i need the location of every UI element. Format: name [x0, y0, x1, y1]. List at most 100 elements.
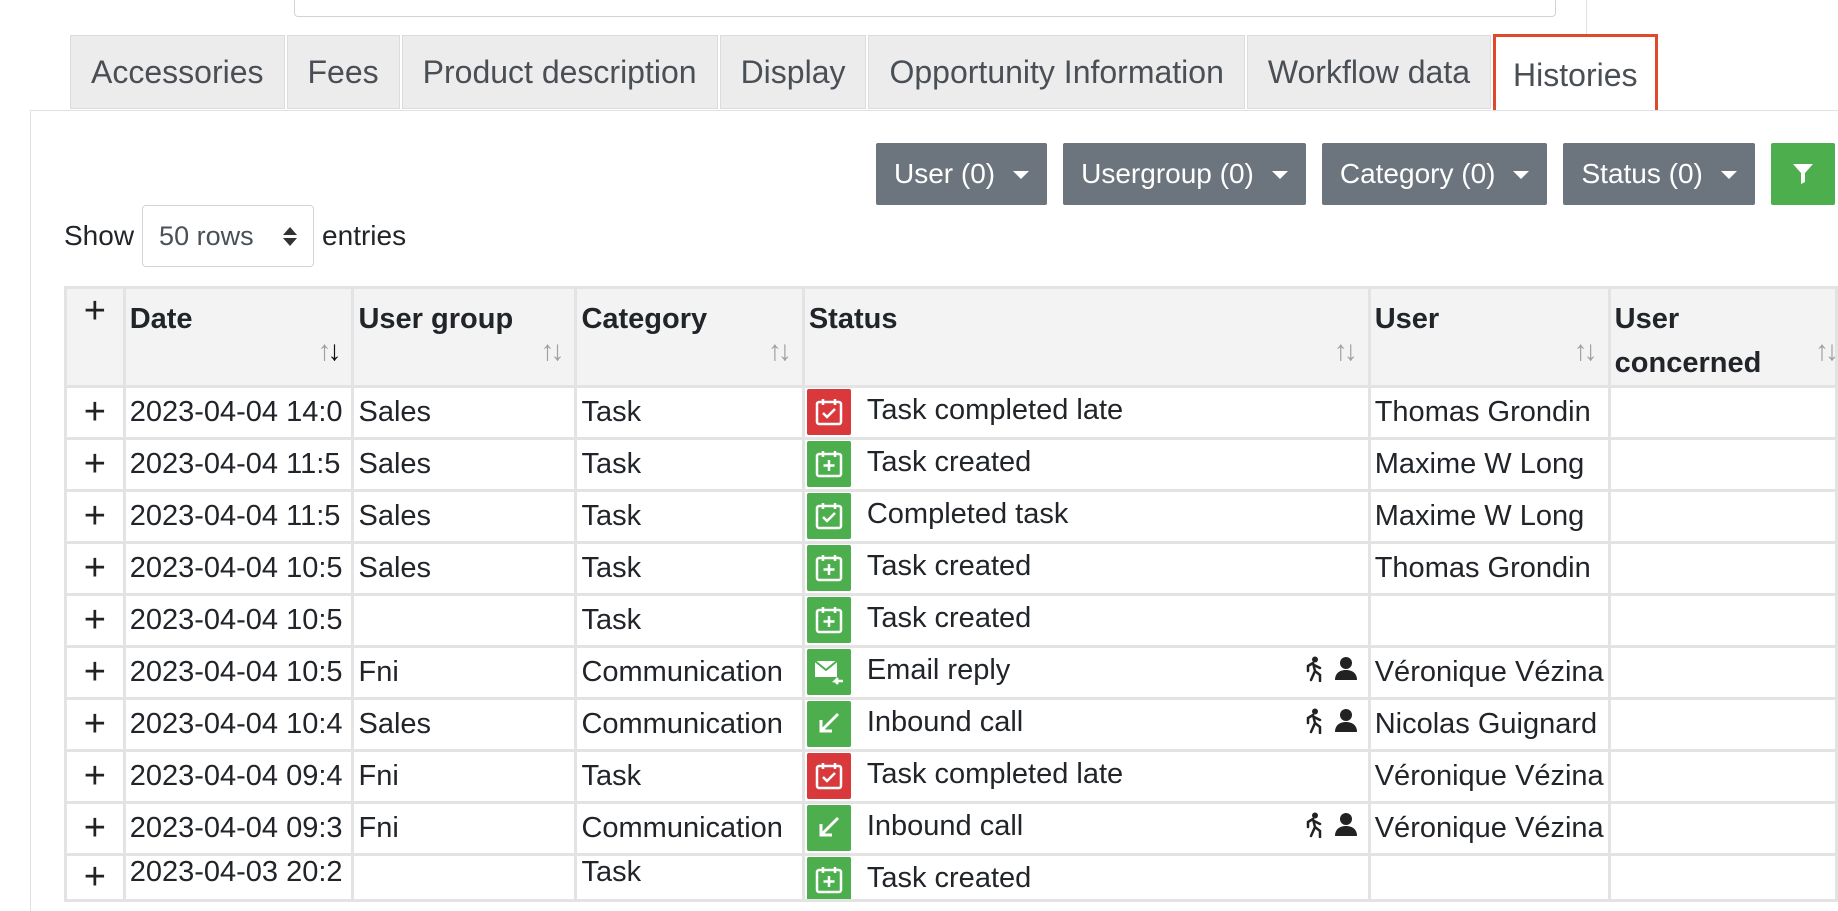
person-icon[interactable]: [1334, 812, 1358, 846]
user-cell: Véronique Vézina: [1367, 801, 1611, 856]
user-group-cell: Fni: [351, 749, 578, 804]
table-row: +2023-04-03 20:2 Task Task created: [64, 853, 1838, 902]
table-row: +2023-04-04 10:4 Sales Communication Inboun…: [64, 697, 1838, 752]
user-cell: [1367, 853, 1611, 902]
expand-row-button[interactable]: +: [64, 801, 126, 856]
tab-display[interactable]: Display: [719, 35, 867, 109]
date-cell: 2023-04-04 11:5: [122, 489, 355, 544]
status-text: Email reply: [866, 654, 1011, 686]
expand-row-button[interactable]: +: [64, 853, 126, 902]
calendar-check-icon: [806, 753, 851, 799]
expand-row-button[interactable]: +: [64, 697, 126, 752]
tab-workflow-data[interactable]: Workflow data: [1246, 35, 1492, 109]
user-concerned-cell: [1607, 541, 1838, 596]
expand-row-button[interactable]: +: [64, 541, 126, 596]
category-cell: Communication: [574, 697, 805, 752]
user-concerned-cell: [1607, 697, 1838, 752]
user-group-cell: Sales: [351, 489, 578, 544]
user-concerned-cell: [1607, 853, 1838, 902]
status-cell: Email reply: [801, 645, 1371, 700]
column-header-user-concerned[interactable]: User concerned ↑↓: [1607, 286, 1838, 388]
tab-fees[interactable]: Fees: [286, 35, 400, 109]
user-filter-button[interactable]: User (0): [876, 143, 1048, 205]
calendar-check-icon: [806, 389, 851, 435]
table-row: +2023-04-04 09:3 Fni Communication Inbound …: [64, 801, 1838, 856]
category-cell: Task: [574, 385, 805, 440]
caret-down-icon: [1013, 171, 1030, 179]
user-cell: Nicolas Guignard: [1367, 697, 1611, 752]
user-group-cell: Sales: [351, 541, 578, 596]
entries-label: entries: [322, 220, 407, 251]
category-cell: Task: [574, 489, 805, 544]
user-group-cell: Fni: [351, 645, 578, 700]
table-row: +2023-04-04 10:5 Sales Task Task created Tho…: [64, 541, 1838, 596]
usergroup-filter-button[interactable]: Usergroup (0): [1063, 143, 1306, 205]
user-concerned-cell: [1607, 437, 1838, 492]
date-cell: 2023-04-04 10:5: [122, 593, 355, 648]
person-icon[interactable]: [1334, 656, 1358, 690]
tab-opportunity-information[interactable]: Opportunity Information: [868, 35, 1245, 109]
table-row: +2023-04-04 11:5 Sales Task Completed task M…: [64, 489, 1838, 544]
column-header-user[interactable]: User ↑↓: [1367, 286, 1611, 388]
date-cell: 2023-04-04 09:4: [122, 749, 355, 804]
tab-product-description[interactable]: Product description: [401, 35, 718, 109]
show-label: Show: [64, 220, 135, 251]
apply-filter-button[interactable]: [1770, 143, 1835, 205]
user-concerned-cell: [1607, 645, 1838, 700]
running-person-icon[interactable]: [1302, 812, 1324, 846]
column-header-user-group[interactable]: User group ↑↓: [351, 286, 578, 388]
column-header-date[interactable]: Date ↑↓: [122, 286, 355, 388]
status-filter-label: Status (0): [1581, 158, 1703, 189]
status-text: Completed task: [866, 498, 1069, 530]
user-concerned-cell: [1607, 489, 1838, 544]
status-cell: Inbound call: [801, 801, 1371, 856]
date-cell: 2023-04-04 10:4: [122, 697, 355, 752]
status-filter-button[interactable]: Status (0): [1563, 143, 1755, 205]
expand-row-button[interactable]: +: [64, 593, 126, 648]
category-cell: Task: [574, 853, 805, 902]
status-text: Task created: [866, 446, 1032, 478]
status-cell: Task created: [801, 541, 1371, 596]
user-concerned-cell: [1607, 801, 1838, 856]
sort-icon: ↑↓: [1815, 335, 1835, 366]
user-group-cell: Sales: [351, 437, 578, 492]
calendar-check-icon: [806, 493, 851, 539]
running-person-icon[interactable]: [1302, 708, 1324, 742]
user-cell: Véronique Vézina: [1367, 645, 1611, 700]
category-cell: Communication: [574, 645, 805, 700]
caret-down-icon: [1513, 171, 1530, 179]
sort-icon: ↑↓: [767, 335, 792, 366]
user-cell: Thomas Grondin: [1367, 541, 1611, 596]
table-row: +2023-04-04 14:0 Sales Task Task completed …: [64, 385, 1838, 440]
expand-row-button[interactable]: +: [64, 385, 126, 440]
expand-row-button[interactable]: +: [64, 749, 126, 804]
user-concerned-cell: [1607, 385, 1838, 440]
sort-icon: ↑↓: [540, 335, 564, 366]
column-header-category[interactable]: Category ↑↓: [574, 286, 805, 388]
tab-bar: Accessories Fees Product description Dis…: [70, 34, 1660, 116]
running-person-icon[interactable]: [1302, 656, 1324, 690]
date-cell: 2023-04-04 11:5: [122, 437, 355, 492]
expand-row-button[interactable]: +: [64, 645, 126, 700]
status-cell: Task created: [801, 853, 1371, 902]
status-text: Task created: [866, 550, 1032, 582]
sort-icon: ↑↓: [1333, 335, 1358, 366]
status-cell: Inbound call: [801, 697, 1371, 752]
expand-all-button[interactable]: +: [64, 286, 126, 388]
user-cell: Maxime W Long: [1367, 437, 1611, 492]
rows-per-page-select[interactable]: 50 rows: [142, 205, 315, 267]
tab-histories[interactable]: Histories: [1493, 34, 1658, 116]
status-text: Task created: [866, 862, 1032, 894]
sort-descending-icon: ↑↓: [317, 335, 341, 366]
caret-down-icon: [1271, 171, 1288, 179]
user-cell: Thomas Grondin: [1367, 385, 1611, 440]
column-header-status[interactable]: Status ↑↓: [801, 286, 1371, 388]
user-concerned-cell: [1607, 749, 1838, 804]
category-filter-label: Category (0): [1339, 158, 1496, 189]
tab-accessories[interactable]: Accessories: [70, 35, 285, 109]
date-cell: 2023-04-03 20:2: [122, 853, 355, 902]
person-icon[interactable]: [1334, 708, 1358, 742]
expand-row-button[interactable]: +: [64, 489, 126, 544]
expand-row-button[interactable]: +: [64, 437, 126, 492]
category-filter-button[interactable]: Category (0): [1321, 143, 1548, 205]
